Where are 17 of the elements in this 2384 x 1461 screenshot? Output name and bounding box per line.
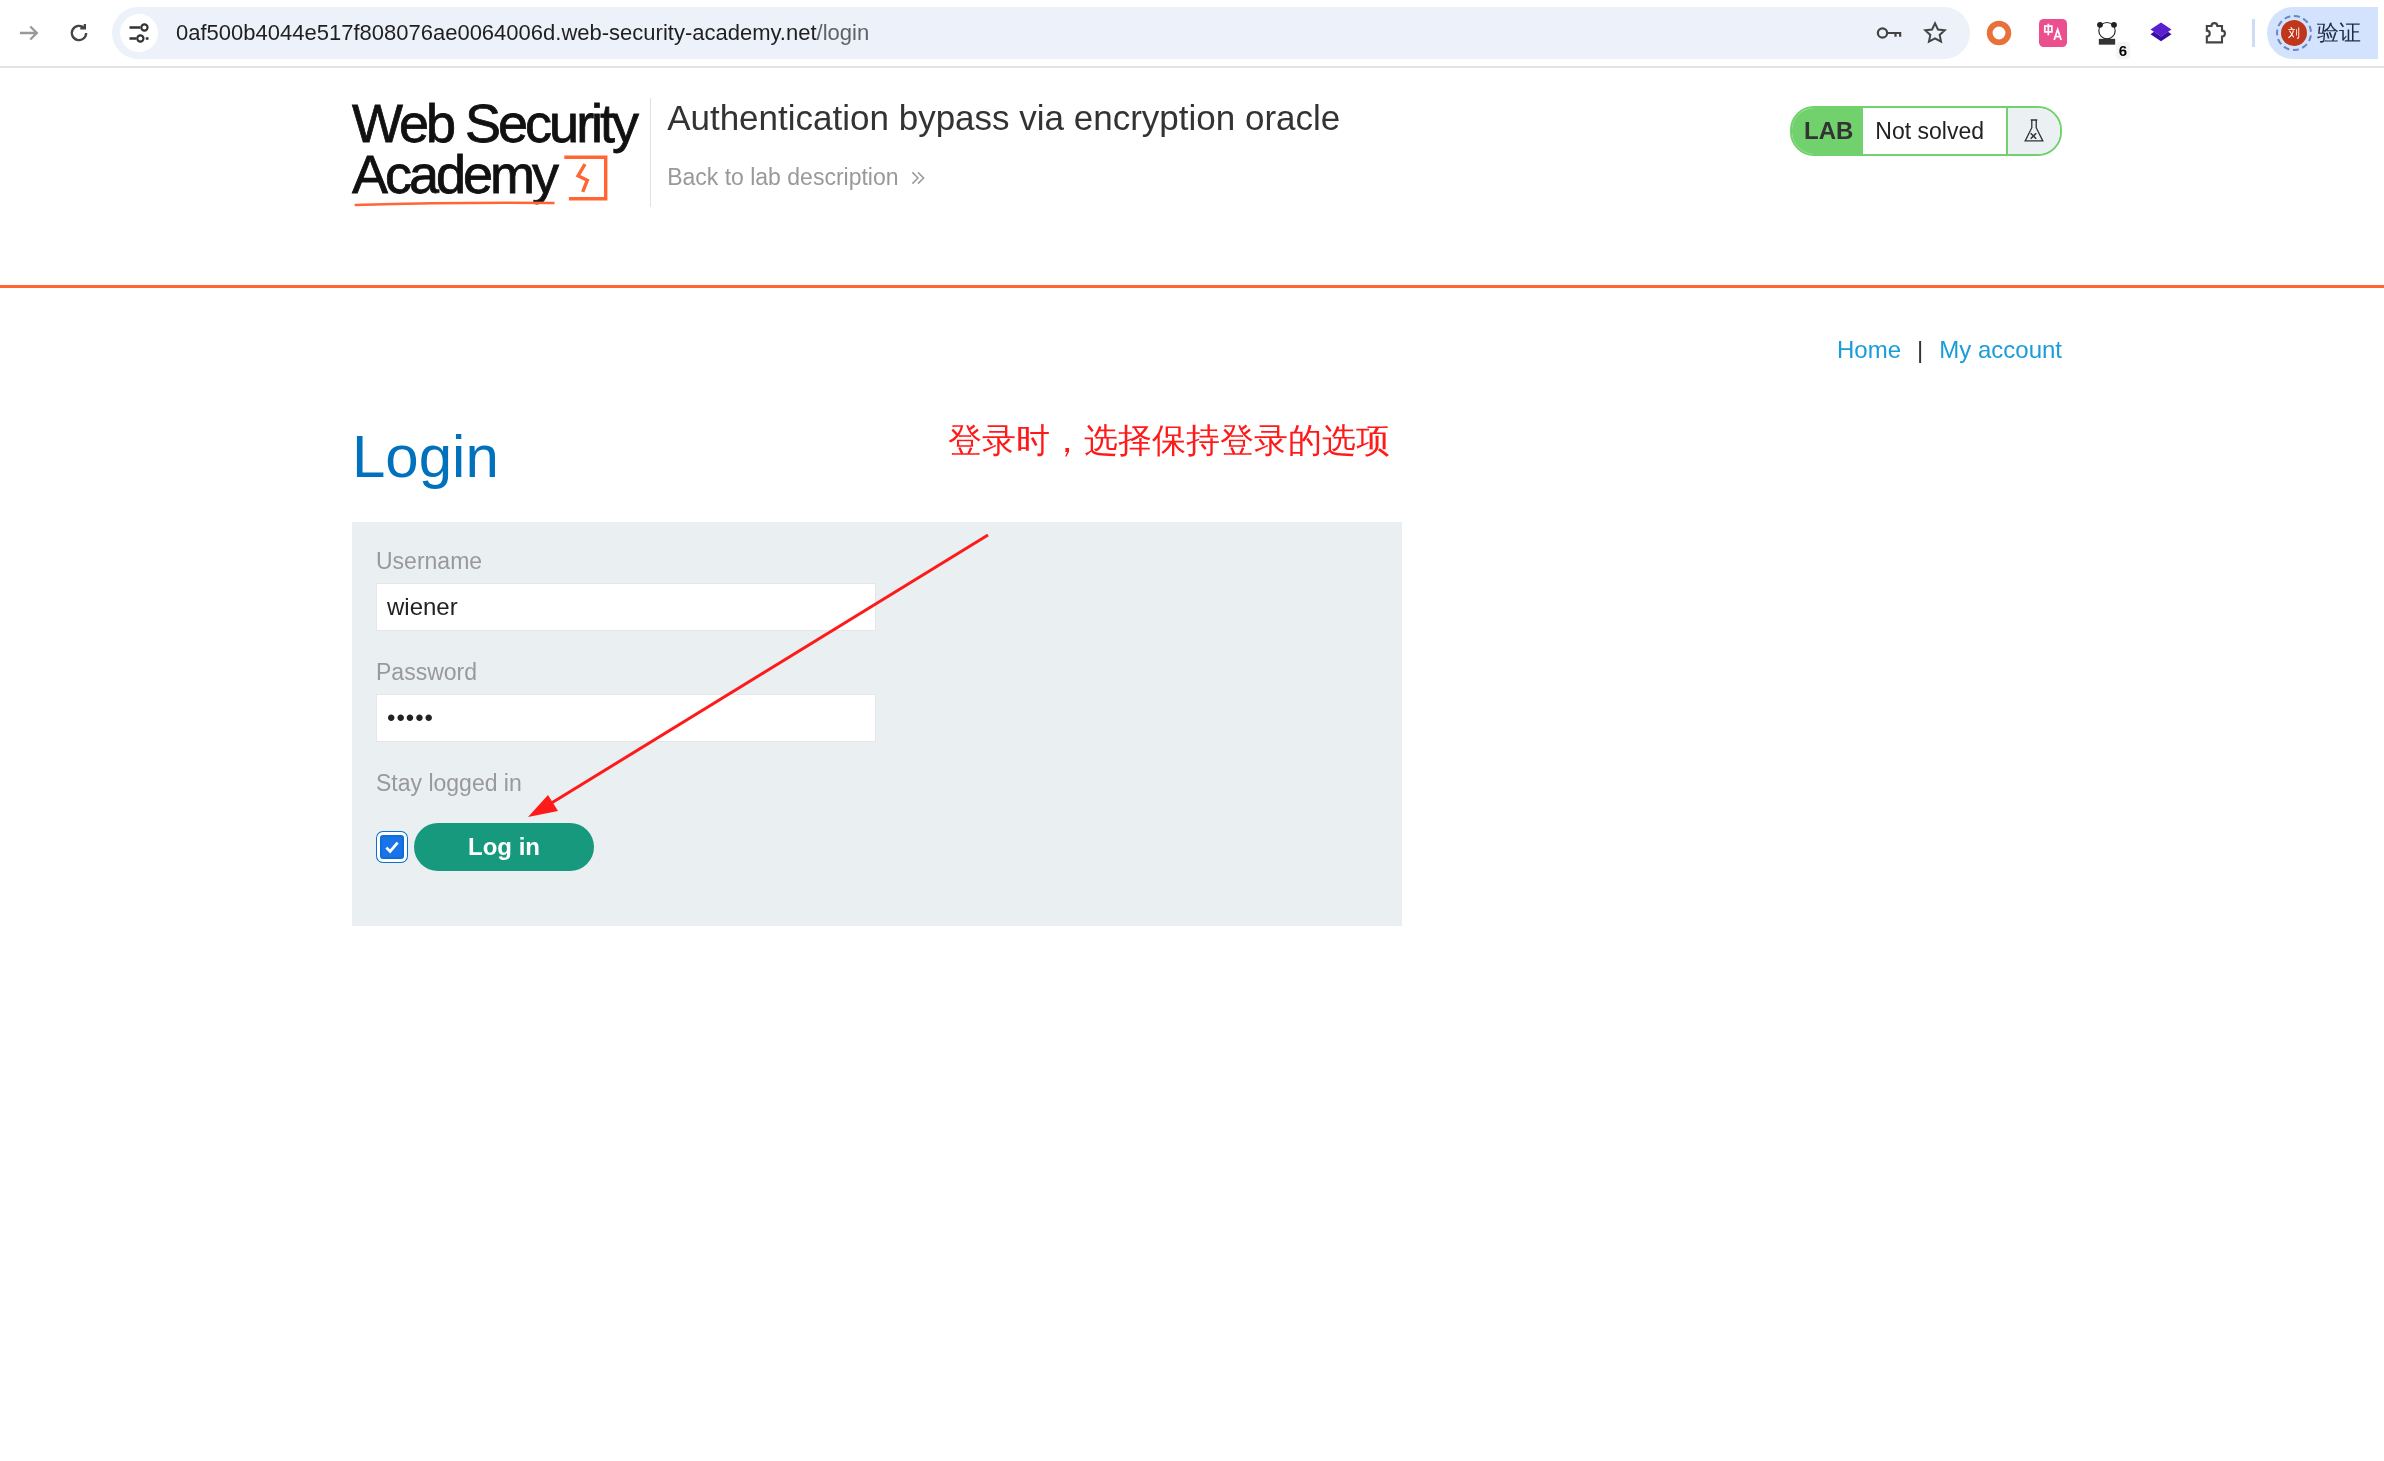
password-field[interactable]: •••••: [376, 694, 876, 742]
separator: |: [1917, 336, 1924, 364]
username-field[interactable]: wiener: [376, 583, 876, 631]
url-text: 0af500b4044e517f808076ae0064006d.web-security-academy.net/login: [176, 20, 870, 46]
page-heading: Login: [352, 422, 500, 491]
extension-badge: 6: [2115, 42, 2130, 59]
field-label: Username: [376, 548, 484, 575]
profile-button[interactable]: 刘 验证: [2267, 7, 2378, 59]
lab-label: LAB: [1792, 108, 1864, 154]
address-bar[interactable]: 0af500b4044e517f808076ae0064006d.web-security-academy.net/login: [112, 7, 1970, 59]
logo-text: Academy: [352, 149, 557, 201]
login-button[interactable]: Log in: [414, 823, 594, 871]
field-label: Password: [376, 659, 478, 686]
logo[interactable]: Web Security Academy: [352, 98, 652, 207]
lab-title: Authentication bypass via encryption oracle: [667, 98, 1341, 138]
annotation-text: 登录时，选择保持登录的选项: [948, 420, 1390, 461]
field-label: Stay logged in: [376, 770, 523, 797]
